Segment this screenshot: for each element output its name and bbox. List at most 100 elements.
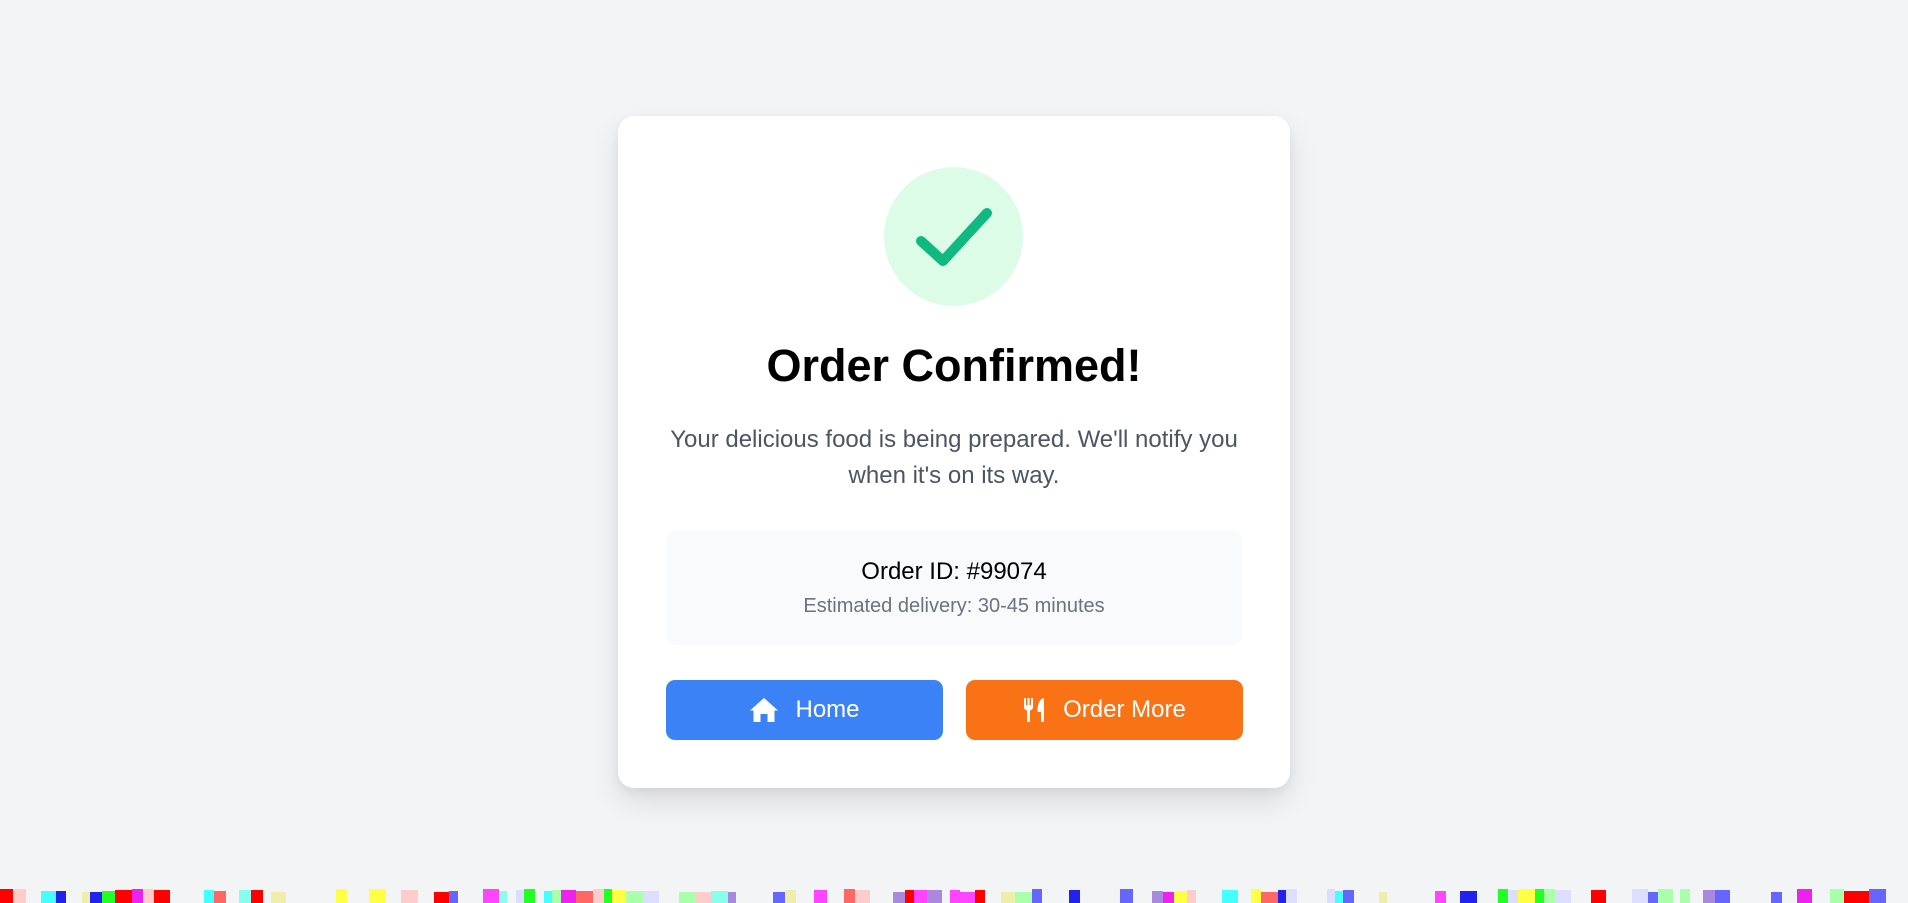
noise-block	[1715, 890, 1730, 903]
noise-block	[711, 891, 728, 903]
home-button-label: Home	[795, 696, 860, 723]
noise-block	[1844, 891, 1852, 903]
home-icon	[749, 697, 779, 723]
noise-block	[696, 892, 711, 903]
noise-block	[1335, 891, 1343, 903]
noise-block	[251, 890, 263, 903]
noise-block	[1327, 889, 1335, 903]
noise-block	[893, 892, 905, 903]
noise-block	[561, 890, 576, 903]
noise-block	[483, 889, 499, 903]
page-title: Order Confirmed!	[766, 340, 1142, 391]
noise-block	[239, 890, 251, 903]
noise-block	[56, 891, 66, 903]
noise-block	[576, 891, 593, 903]
home-button[interactable]: Home	[666, 680, 943, 740]
noise-block	[855, 890, 870, 903]
noise-block	[1261, 892, 1278, 903]
noise-block	[1278, 890, 1286, 903]
noise-block	[1797, 889, 1812, 903]
noise-block	[143, 889, 154, 903]
noise-block	[1591, 890, 1606, 903]
noise-block	[1152, 891, 1163, 903]
noise-block	[1508, 890, 1518, 903]
noise-block	[499, 891, 507, 903]
noise-block	[204, 890, 214, 903]
noise-block	[1680, 889, 1690, 903]
noise-block	[1069, 890, 1080, 903]
noise-block	[1518, 889, 1535, 903]
estimated-delivery: Estimated delivery: 30-45 minutes	[803, 595, 1105, 617]
noise-block	[1648, 892, 1658, 903]
confirmation-message: Your delicious food is being prepared. W…	[670, 426, 1238, 489]
noise-block	[1032, 889, 1042, 903]
noise-block	[132, 889, 143, 903]
noise-block	[1460, 891, 1477, 903]
noise-block	[927, 890, 942, 903]
check-icon	[915, 207, 992, 266]
noise-block	[773, 892, 785, 903]
noise-block	[401, 890, 418, 903]
noise-block	[593, 889, 604, 903]
noise-block	[115, 890, 132, 903]
noise-block	[41, 891, 56, 903]
order-confirmation-card: Order Confirmed! Your delicious food is …	[618, 116, 1290, 788]
noise-block	[679, 892, 696, 903]
noise-block	[905, 890, 914, 903]
noise-block	[1174, 891, 1187, 903]
noise-block	[1163, 892, 1174, 903]
noise-block	[1120, 889, 1133, 903]
noise-block	[950, 890, 960, 903]
noise-block	[1830, 889, 1844, 903]
noise-block	[844, 889, 855, 903]
noise-block	[626, 891, 643, 903]
noise-block	[271, 892, 286, 903]
noise-block	[1251, 889, 1261, 903]
noise-block	[643, 891, 659, 903]
noise-block	[785, 890, 796, 903]
noise-block	[82, 892, 90, 903]
noise-block	[0, 889, 13, 903]
noise-block	[1187, 890, 1196, 903]
noise-block	[1632, 889, 1648, 903]
order-id: Order ID: #99074	[861, 558, 1047, 585]
noise-block	[552, 890, 561, 903]
noise-block	[1015, 892, 1032, 903]
noise-block	[1379, 892, 1387, 903]
noise-block	[1703, 890, 1715, 903]
noise-block	[612, 890, 626, 903]
noise-block	[1222, 890, 1238, 903]
noise-block	[1544, 889, 1555, 903]
noise-block	[1001, 892, 1015, 903]
order-summary: Order ID: #99074 Estimated delivery: 30-…	[666, 530, 1242, 645]
noise-block	[914, 890, 927, 903]
noise-block	[1286, 889, 1297, 903]
noise-block	[1771, 892, 1782, 903]
noise-block	[154, 890, 170, 903]
noise-block	[336, 889, 347, 903]
noise-block	[814, 890, 827, 903]
order-more-button[interactable]: Order More	[966, 680, 1243, 740]
order-more-button-label: Order More	[1063, 696, 1186, 723]
noise-block	[1658, 889, 1673, 903]
noise-block	[434, 892, 449, 903]
noise-block	[13, 889, 26, 903]
noise-block	[1852, 891, 1869, 903]
noise-block	[1555, 890, 1571, 903]
noise-block	[102, 891, 115, 903]
noise-block	[1343, 890, 1354, 903]
noise-block	[90, 892, 102, 903]
noise-block	[975, 890, 985, 903]
render-artifact-strip	[0, 889, 1886, 903]
noise-block	[1498, 889, 1508, 903]
noise-block	[1435, 891, 1446, 903]
noise-block	[1535, 889, 1544, 903]
utensils-icon	[1023, 697, 1047, 723]
noise-block	[604, 889, 612, 903]
noise-block	[1869, 889, 1886, 903]
noise-block	[544, 891, 552, 903]
noise-block	[516, 890, 524, 903]
noise-block	[960, 892, 975, 903]
noise-block	[524, 889, 535, 903]
success-badge	[884, 167, 1023, 306]
